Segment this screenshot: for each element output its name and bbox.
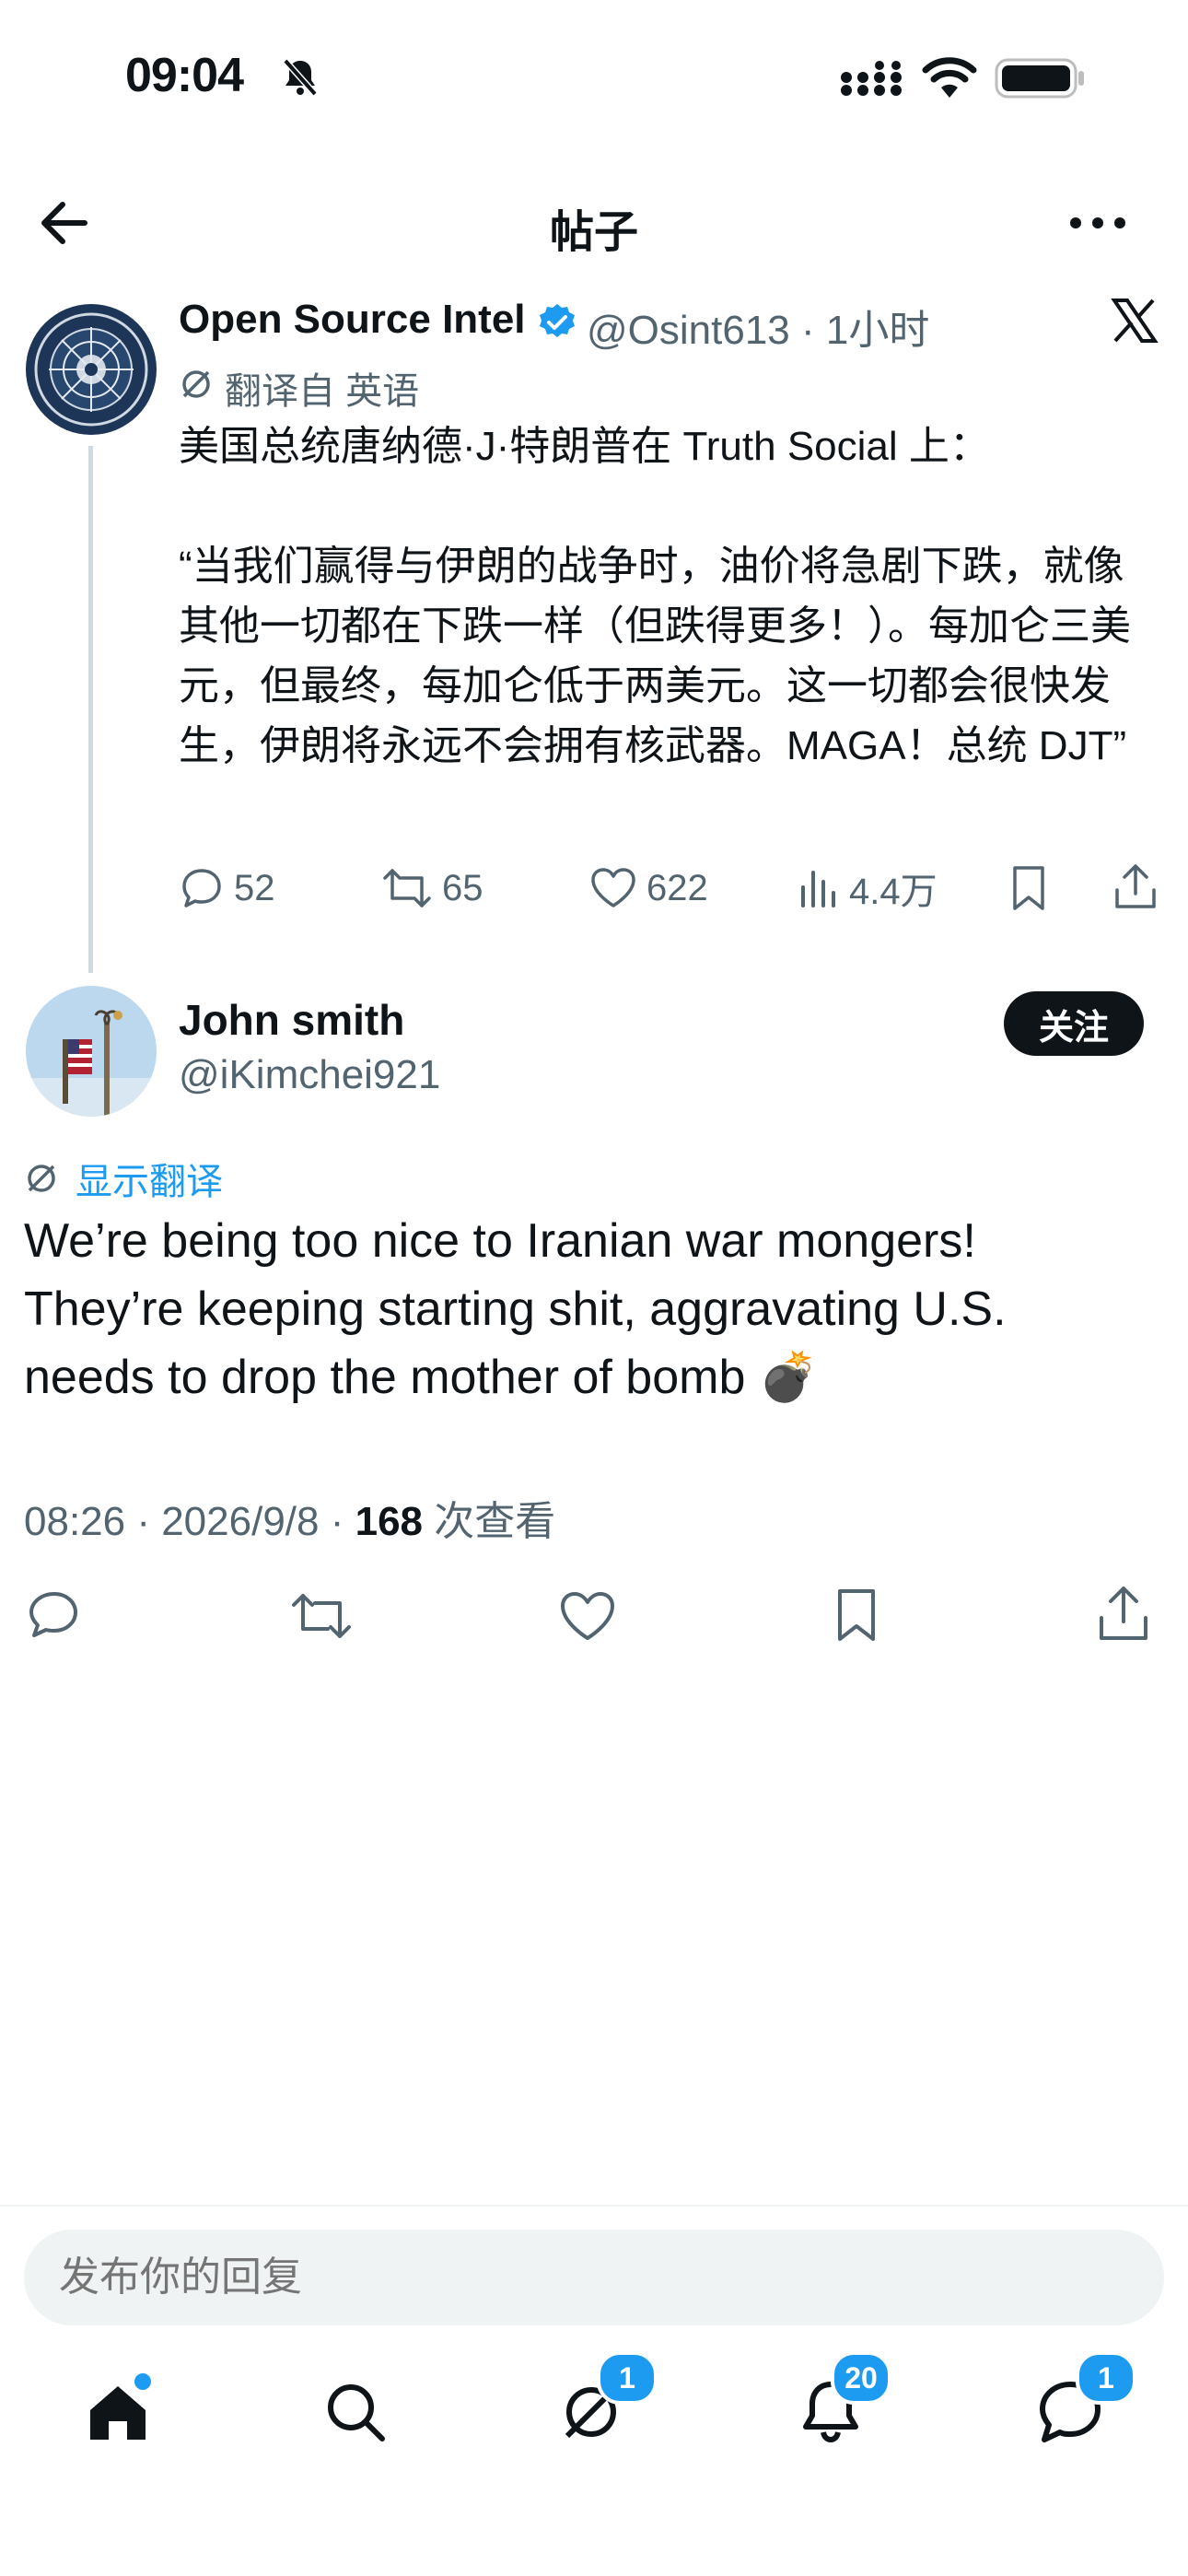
silent-mode-icon [282, 57, 319, 98]
share-icon[interactable] [1112, 861, 1159, 912]
tab-messages[interactable]: 1 [1037, 2351, 1136, 2445]
verified-badge-icon [537, 302, 577, 343]
status-time: 09:04 [125, 49, 244, 102]
like-button[interactable] [558, 1588, 617, 1644]
tab-notifications[interactable]: 20 [798, 2351, 891, 2445]
translate-icon [179, 367, 214, 402]
reply-button[interactable] [26, 1588, 83, 1644]
search-icon [328, 2384, 385, 2441]
messages-badge: 1 [1076, 2351, 1136, 2405]
view-count: 4.4万 [849, 872, 938, 912]
share-icon [1100, 1587, 1147, 1640]
show-translation-label[interactable]: 显示翻译 [76, 1152, 223, 1205]
repost-icon [383, 869, 431, 907]
composer-divider [0, 2205, 1188, 2207]
translate-icon [28, 1165, 55, 1192]
author-name[interactable]: Open Source Intel [179, 297, 526, 343]
like-count: 622 [646, 867, 708, 908]
quoted-post-text: 美国总统唐纳德·J·特朗普在 Truth Social 上： “当我们赢得与伊朗… [179, 424, 1131, 768]
heart-icon [591, 868, 635, 907]
tab-home[interactable] [85, 2373, 151, 2445]
author-handle-time: @Osint613 · 1小时 [587, 308, 930, 353]
bookmark-icon[interactable] [1007, 864, 1050, 912]
reply-author-handle: @iKimchei921 [179, 1052, 441, 1097]
home-new-dot [134, 2373, 151, 2390]
reply-icon [29, 1592, 77, 1637]
john-smith-avatar[interactable] [26, 986, 157, 1117]
follow-button[interactable]: 关注 [1004, 991, 1144, 1056]
post-view-count: 168 [355, 1499, 424, 1544]
more-options-icon[interactable] [1068, 212, 1127, 234]
share-button[interactable] [1096, 1583, 1151, 1644]
page-title: 帖子 [549, 208, 638, 257]
post-timestamp: 08:26 · 2026/9/8 · [24, 1499, 355, 1544]
bookmark-button[interactable] [831, 1587, 882, 1644]
repost-button[interactable] [289, 1588, 354, 1644]
post-view-label: 次查看 [423, 1499, 556, 1544]
notifications-badge: 20 [831, 2351, 891, 2405]
reply-input[interactable] [24, 2230, 1164, 2325]
battery-icon [995, 57, 1087, 100]
heart-icon [561, 1592, 614, 1640]
reply-post-text: We’re being too nice to Iranian war mong… [24, 1214, 1020, 1404]
x-logo-icon[interactable] [1111, 297, 1159, 345]
analytics-icon [801, 871, 835, 907]
bookmark-icon [838, 1589, 875, 1641]
show-translation-link[interactable]: 显示翻译 [24, 1152, 223, 1205]
reply-count: 52 [234, 867, 275, 908]
view-count-button[interactable]: 4.4万 [798, 862, 938, 914]
repost-count-button[interactable]: 65 [381, 862, 483, 914]
reply-author-name[interactable]: John smith [179, 995, 404, 1045]
osint-avatar[interactable] [26, 304, 157, 435]
reply-count-button[interactable]: 52 [179, 862, 275, 914]
tab-grok[interactable]: 1 [558, 2351, 658, 2445]
thread-line [88, 446, 93, 973]
repost-icon [292, 1594, 351, 1638]
wifi-icon [921, 57, 978, 100]
post-meta: 08:26 · 2026/9/8 · 168 次查看 [24, 1488, 555, 1547]
cellular-signal-icon [840, 61, 904, 98]
like-count-button[interactable]: 622 [589, 862, 708, 914]
reply-icon [182, 869, 221, 907]
grok-badge: 1 [597, 2351, 658, 2405]
tab-search[interactable] [322, 2379, 389, 2445]
repost-count: 65 [442, 867, 483, 908]
translated-from-label: 翻译自 英语 [225, 371, 420, 412]
